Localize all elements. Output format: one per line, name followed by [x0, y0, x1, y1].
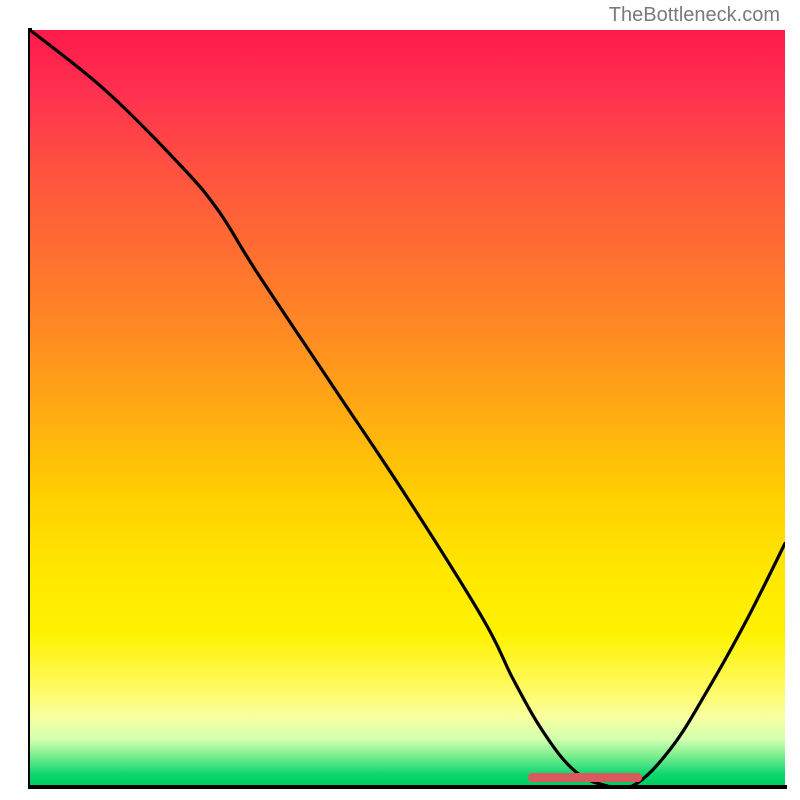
- chart-area: [30, 30, 785, 785]
- optimal-range-marker: [528, 773, 641, 782]
- x-axis-line: [28, 785, 787, 789]
- watermark-text: TheBottleneck.com: [609, 4, 780, 27]
- gradient-background: [30, 30, 785, 785]
